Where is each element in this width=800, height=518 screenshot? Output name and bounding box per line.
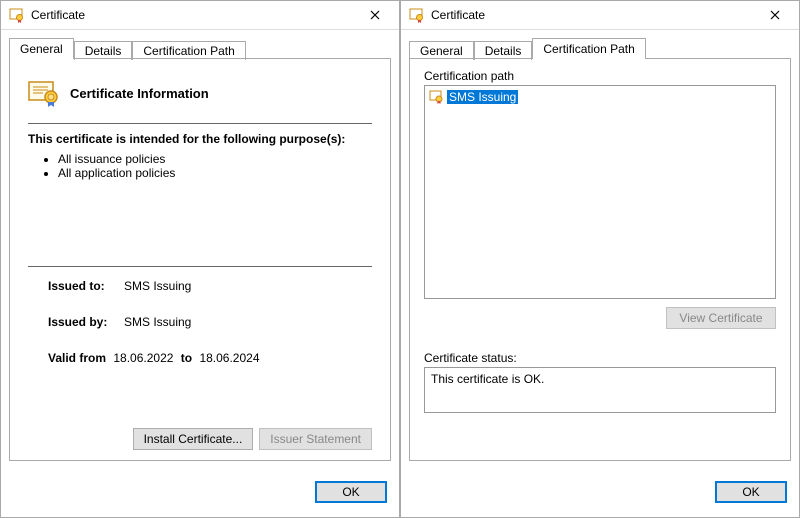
dialog-body: General Details Certification Path Certi…: [401, 30, 799, 517]
divider: [28, 123, 372, 124]
issued-to-label: Issued to:: [28, 279, 124, 293]
close-button[interactable]: [355, 1, 395, 29]
certificate-tree-icon: [429, 89, 445, 105]
valid-from-label: Valid from: [48, 351, 106, 365]
certificate-dialog-path: Certificate General Details Certificatio…: [400, 0, 800, 518]
purpose-list: All issuance policies All application po…: [58, 152, 372, 180]
ok-row: OK: [715, 481, 787, 503]
panel-button-row: Install Certificate... Issuer Statement: [133, 428, 372, 450]
cert-status-label: Certificate status:: [424, 351, 776, 365]
close-button[interactable]: [755, 1, 795, 29]
certificate-window-icon: [9, 7, 25, 23]
titlebar: Certificate: [401, 1, 799, 30]
tabpanel-certification-path: Certification path SMS Issuing View Cert…: [409, 58, 791, 461]
certificate-icon: [28, 79, 60, 107]
divider: [28, 266, 372, 267]
purpose-item: All issuance policies: [58, 152, 372, 166]
cert-info-title: Certificate Information: [70, 86, 209, 101]
view-cert-row: View Certificate: [424, 307, 776, 329]
valid-to-value: 18.06.2024: [199, 351, 259, 365]
tab-certification-path[interactable]: Certification Path: [532, 38, 645, 59]
certificate-window-icon: [409, 7, 425, 23]
issued-by-row: Issued by: SMS Issuing: [28, 315, 372, 329]
tabstrip: General Details Certification Path: [9, 36, 391, 58]
certificate-dialog-general: Certificate General Details Certificatio…: [0, 0, 400, 518]
issuer-statement-button: Issuer Statement: [259, 428, 372, 450]
window-title: Certificate: [431, 8, 755, 22]
tree-item[interactable]: SMS Issuing: [427, 88, 773, 105]
tabpanel-general: Certificate Information This certificate…: [9, 58, 391, 461]
cert-path-label: Certification path: [424, 69, 776, 83]
valid-to-label: to: [181, 351, 192, 365]
cert-status-box: This certificate is OK.: [424, 367, 776, 413]
dialog-body: General Details Certification Path: [1, 30, 399, 517]
view-certificate-button: View Certificate: [666, 307, 776, 329]
tabstrip: General Details Certification Path: [409, 36, 791, 58]
ok-button[interactable]: OK: [315, 481, 387, 503]
issued-by-label: Issued by:: [28, 315, 124, 329]
purpose-item: All application policies: [58, 166, 372, 180]
window-title: Certificate: [31, 8, 355, 22]
tree-item-label: SMS Issuing: [447, 90, 518, 104]
issued-to-value: SMS Issuing: [124, 279, 191, 293]
issued-to-row: Issued to: SMS Issuing: [28, 279, 372, 293]
titlebar: Certificate: [1, 1, 399, 30]
cert-path-tree[interactable]: SMS Issuing: [424, 85, 776, 299]
purpose-heading: This certificate is intended for the fol…: [28, 132, 372, 146]
issued-by-value: SMS Issuing: [124, 315, 191, 329]
validity-row: Valid from 18.06.2022 to 18.06.2024: [28, 351, 372, 365]
tab-general[interactable]: General: [9, 38, 74, 59]
ok-button[interactable]: OK: [715, 481, 787, 503]
cert-status-text: This certificate is OK.: [431, 372, 544, 386]
valid-from-value: 18.06.2022: [113, 351, 173, 365]
ok-row: OK: [315, 481, 387, 503]
cert-header: Certificate Information: [28, 73, 372, 119]
install-certificate-button[interactable]: Install Certificate...: [133, 428, 254, 450]
cert-info-block: Issued to: SMS Issuing Issued by: SMS Is…: [28, 279, 372, 365]
